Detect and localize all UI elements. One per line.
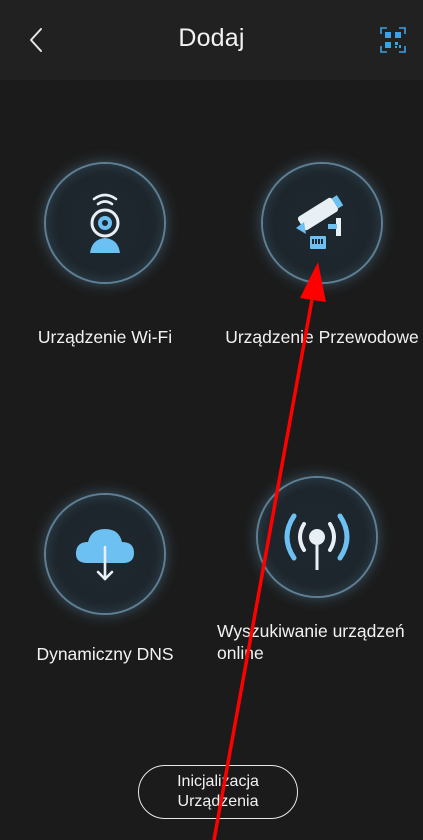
option-circle	[46, 495, 164, 613]
option-label: Wyszukiwanie urządzeń online	[217, 621, 405, 663]
qr-scan-button[interactable]	[377, 24, 409, 56]
init-button-label-line2: Urządzenia	[177, 793, 259, 810]
top-bar: Dodaj	[0, 0, 423, 80]
option-online-search[interactable]: Wyszukiwanie urządzeń online	[217, 478, 417, 664]
device-initialization-button[interactable]: Inicjalizacja Urządzenia	[138, 765, 298, 819]
option-wifi-device[interactable]: Urządzenie Wi-Fi	[5, 164, 205, 348]
init-button-label-line1: Inicjalizacja	[177, 773, 259, 790]
wifi-camera-icon	[90, 193, 120, 253]
option-label: Urządzenie Wi-Fi	[37, 327, 173, 347]
option-circle	[46, 164, 164, 282]
red-arrow-pointer	[212, 262, 326, 840]
option-label: Urządzenie Przewodowe	[225, 327, 419, 347]
qr-code-scan-icon	[380, 27, 406, 53]
cloud-download-icon	[75, 529, 134, 581]
radio-signal-icon	[284, 513, 350, 570]
option-wired-device[interactable]: Urządzenie Przewodowe	[222, 164, 422, 348]
page-title: Dodaj	[178, 24, 245, 52]
wired-camera-icon	[296, 195, 344, 249]
option-dynamic-dns[interactable]: Dynamiczny DNS	[5, 495, 205, 665]
option-circle	[258, 478, 376, 596]
option-label: Dynamiczny DNS	[36, 644, 174, 664]
option-circle	[263, 164, 381, 282]
